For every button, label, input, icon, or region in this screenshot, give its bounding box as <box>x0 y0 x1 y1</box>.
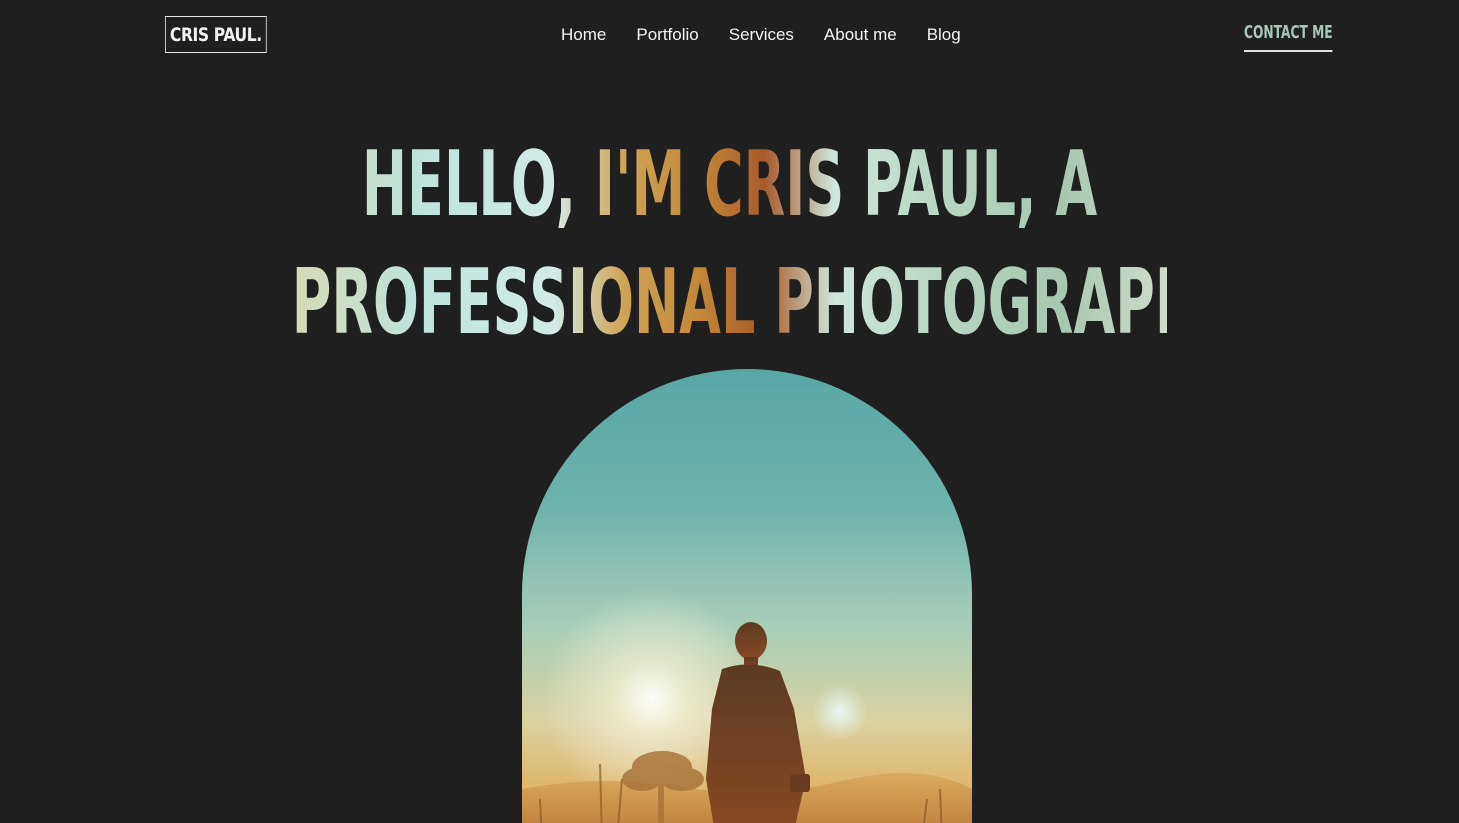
hero-photo <box>522 369 972 823</box>
nav-blog-link[interactable]: Blog <box>912 24 976 46</box>
hero-headline: HELLO, I'M CRIS PAUL, A PROFESSIONAL PHO… <box>0 126 1459 362</box>
nav-about-link[interactable]: About me <box>809 24 912 46</box>
hero-headline-line-2: PROFESSIONAL PHOTOGRAPHER. <box>292 244 1300 362</box>
hero-headline-line-1: HELLO, I'M CRIS PAUL, A <box>292 126 1167 244</box>
nav-portfolio-link[interactable]: Portfolio <box>621 24 713 46</box>
nav-home-link[interactable]: Home <box>546 24 621 46</box>
photographer-silhouette-image <box>522 589 972 823</box>
main-nav: Home Portfolio Services About me Blog <box>546 24 976 46</box>
site-logo[interactable]: CRIS PAUL. <box>165 16 267 53</box>
nav-services-link[interactable]: Services <box>714 24 809 46</box>
contact-me-link[interactable]: CONTACT ME <box>1244 22 1333 52</box>
